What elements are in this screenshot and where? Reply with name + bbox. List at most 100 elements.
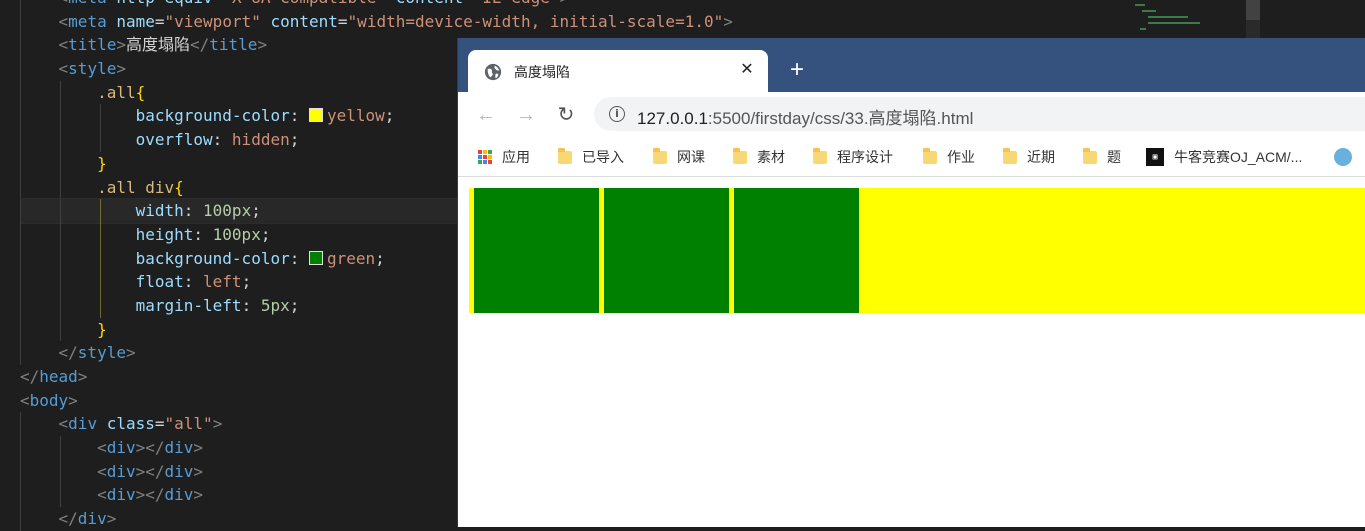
code-token: { [135,82,146,102]
code-token: class [97,414,155,434]
code-token: margin-left [135,295,242,315]
bookmark-label: 题 [1107,149,1121,165]
code-token: overflow [135,130,213,150]
bookmark-label: 近期 [1027,149,1055,165]
bookmark-item[interactable]: ▣ 牛客竞赛OJ_ACM/... [1146,138,1302,176]
code-token: left [203,272,242,292]
back-arrow-icon[interactable]: ← [473,103,499,129]
code-token: 100px [203,201,252,221]
code-token: > [68,390,78,410]
indent-guide [60,293,61,318]
indent-guide [60,317,61,342]
code-token: div [106,461,136,481]
bookmark-item[interactable]: 网课 [653,138,705,176]
code-token: meta [68,0,107,7]
indent-guide [20,459,21,484]
folder-icon [1003,147,1017,164]
code-token: < [58,35,69,55]
code-token: "IE=edge" [473,0,560,7]
code-line[interactable]: <meta http-equiv="X-UA-Compatible" conte… [20,0,733,10]
code-token: hidden [231,130,290,150]
green-box [474,188,599,313]
indent-guide [60,175,61,200]
code-token: ; [375,248,385,268]
indent-guide [100,293,101,318]
folder-icon [923,147,937,164]
indent-guide [60,246,61,271]
code-token: < [58,414,69,434]
code-token: green [326,248,376,268]
bookmark-item[interactable]: 近期 [1003,138,1055,176]
bookmark-item[interactable]: 作业 [923,138,975,176]
code-token: ; [251,201,261,221]
indent-guide [60,80,61,105]
code-token: </ [58,509,78,529]
code-token: 5px [260,295,290,315]
code-token: 100px [212,224,261,244]
code-token: 高度塌陷 [125,35,190,55]
reload-icon[interactable]: ↻ [553,103,579,129]
bookmark-label: 素材 [757,149,785,165]
code-token: </ [58,343,78,363]
indent-guide [100,128,101,152]
code-token: div [68,414,98,434]
code-token: = [154,11,165,31]
bookmark-item[interactable]: 素材 [733,138,785,176]
indent-guide [20,317,21,342]
code-token: > [116,35,126,55]
code-token: } [97,319,107,339]
folder-icon [653,147,667,164]
indent-guide [20,222,21,247]
bookmark-label: 程序设计 [837,149,893,165]
code-token: : [241,295,261,315]
indent-guide [20,0,21,10]
code-token: ; [260,224,271,244]
info-icon[interactable]: i [609,106,625,122]
browser-window: 高度塌陷 ✕ + ← → ↻ i 127.0.0.1:5500/firstday… [457,38,1365,527]
code-token: float [135,272,184,292]
code-token: > [77,367,88,386]
color-swatch[interactable] [308,108,323,123]
color-swatch[interactable] [308,250,323,265]
code-line[interactable]: width: 100px; [20,198,460,224]
code-token: { [174,177,184,197]
code-token: > [193,461,204,481]
code-token: style [77,343,126,363]
code-token: : [183,201,204,221]
editor-scrollbar-thumb[interactable] [1246,0,1260,20]
bookmark-item[interactable]: 应用 [478,138,530,176]
indent-guide [60,222,61,247]
bookmark-item[interactable]: 程序设计 [813,138,893,176]
code-token: > [559,0,569,7]
new-tab-button[interactable]: + [783,57,811,85]
code-token: < [20,390,30,410]
minimap[interactable] [1130,0,1210,40]
bookmark-item[interactable] [1334,138,1358,176]
url-text[interactable]: 127.0.0.1:5500/firstday/css/33.高度塌陷.html [637,104,973,129]
code-token: ; [241,272,252,292]
tab-active[interactable]: 高度塌陷 ✕ [468,50,768,92]
bookmark-item[interactable]: 已导入 [558,138,624,176]
address-bar[interactable]: i 127.0.0.1:5500/firstday/css/33.高度塌陷.ht… [594,97,1365,131]
code-token: body [29,390,69,410]
bookmark-label: 牛客竞赛OJ_ACM/... [1174,149,1303,165]
indent-guide [20,57,21,81]
bookmark-item[interactable]: 题 [1083,138,1121,176]
code-token: : [212,130,232,150]
indent-guide [20,128,21,152]
close-icon[interactable]: ✕ [736,59,758,81]
code-token: background-color [135,106,290,126]
page-viewport [458,177,1365,527]
forward-arrow-icon[interactable]: → [513,103,539,129]
indent-guide [20,436,21,460]
code-line[interactable]: <meta name="viewport" content="width=dev… [20,9,733,34]
